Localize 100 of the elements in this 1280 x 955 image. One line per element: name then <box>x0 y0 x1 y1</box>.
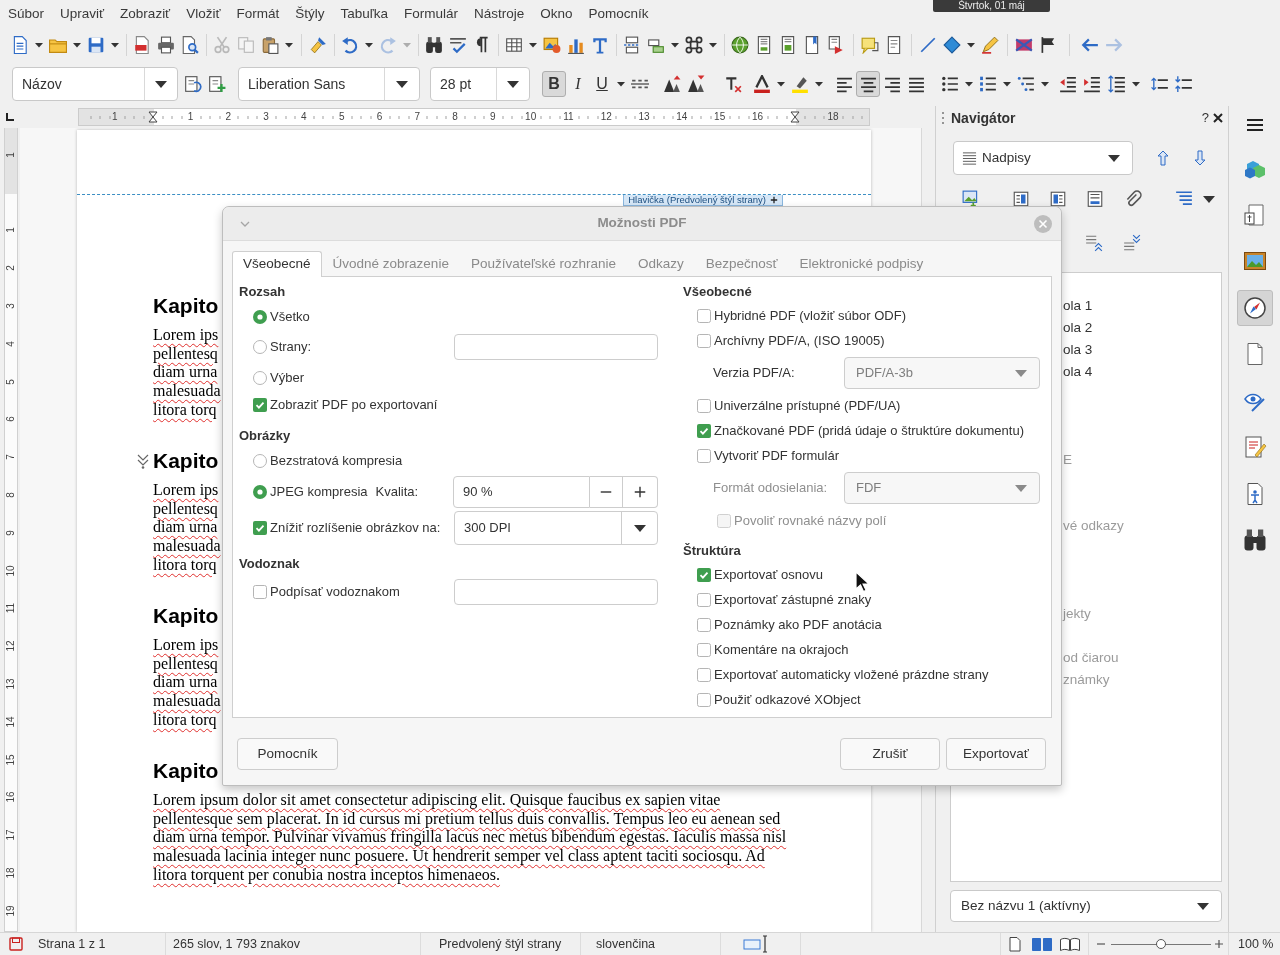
slider-thumb[interactable] <box>1156 939 1166 949</box>
caret-icon[interactable] <box>365 41 373 49</box>
align-center-button[interactable] <box>856 71 880 97</box>
document-refresh-icon[interactable] <box>184 75 202 93</box>
spacing-increase-icon[interactable] <box>1151 75 1169 93</box>
single-page-view-icon[interactable] <box>1008 936 1022 952</box>
document-note-icon[interactable] <box>755 36 773 54</box>
option-label[interactable]: Poznámky ako PDF anotácia <box>714 614 882 635</box>
menu-item[interactable]: Formulár <box>396 0 467 28</box>
caret-icon[interactable] <box>1003 80 1011 88</box>
option-label[interactable]: Hybridné PDF (vložiť súbor ODF) <box>714 305 906 326</box>
checkbox[interactable] <box>253 397 267 412</box>
checkbox[interactable] <box>697 308 711 323</box>
dialog-tab[interactable]: Všeobecné <box>232 251 322 277</box>
checkbox[interactable] <box>697 667 711 682</box>
checkbox[interactable] <box>253 585 267 599</box>
caret-icon[interactable] <box>396 80 408 88</box>
option-label[interactable]: Výber <box>270 367 304 388</box>
crossed-flag-icon[interactable] <box>1015 36 1033 54</box>
tree-item[interactable]: ola 2 <box>1063 317 1093 339</box>
option-label[interactable]: Bezstratová kompresia <box>270 450 403 471</box>
dialog-button[interactable]: Zrušiť <box>840 738 940 770</box>
dropdown[interactable]: 300 DPI <box>454 511 658 545</box>
caret-icon[interactable] <box>777 80 785 88</box>
note-icon[interactable] <box>861 36 879 54</box>
document-lines-icon[interactable] <box>1086 190 1104 208</box>
plus-button[interactable] <box>623 476 658 508</box>
double-chevron-icon[interactable] <box>135 453 151 469</box>
option-label[interactable]: Vytvoriť PDF formulár <box>714 445 840 466</box>
menu-item[interactable]: Nástroje <box>466 0 533 28</box>
number-field[interactable]: 90 % <box>453 476 590 508</box>
binoculars-icon[interactable] <box>425 36 443 54</box>
caret-icon[interactable] <box>671 41 679 49</box>
caret-icon[interactable] <box>617 80 625 88</box>
pages-dashed-line-icon[interactable] <box>623 36 641 54</box>
menu-item[interactable]: Súbor <box>0 0 53 28</box>
italic-button[interactable]: I <box>566 71 590 97</box>
option-label[interactable]: Všetko <box>270 306 310 327</box>
line-icon[interactable] <box>919 36 937 54</box>
caret-icon[interactable] <box>155 80 167 88</box>
option-label[interactable]: Exportovať osnovu <box>714 564 823 585</box>
indent-increase-icon[interactable] <box>1083 75 1101 93</box>
looped-square-icon[interactable] <box>685 36 703 54</box>
dialog-button[interactable]: Pomocník <box>237 738 338 770</box>
close-icon[interactable] <box>1213 113 1223 123</box>
checkbox[interactable] <box>697 567 711 582</box>
lines-check-icon[interactable] <box>449 36 467 54</box>
combo-box[interactable]: 28 pt <box>430 67 530 101</box>
grip-icon[interactable] <box>941 111 945 125</box>
folder-icon[interactable] <box>49 36 67 54</box>
caret-icon[interactable] <box>1108 154 1120 162</box>
tree-item[interactable]: ola 4 <box>1063 361 1093 383</box>
caret-icon[interactable] <box>73 41 81 49</box>
option-label[interactable]: Komentáre na okrajoch <box>714 639 849 660</box>
globe-icon[interactable] <box>731 36 749 54</box>
clipboard-icon[interactable] <box>261 36 279 54</box>
pencil-icon[interactable] <box>981 36 999 54</box>
document-arrow-icon[interactable] <box>827 36 845 54</box>
checkbox[interactable] <box>697 448 711 463</box>
option-label[interactable]: Značkované PDF (pridá údaje o štruktúre dokumentu) <box>714 420 1024 441</box>
outline-list-icon[interactable] <box>1017 75 1035 93</box>
caret-icon[interactable] <box>111 41 119 49</box>
indent-marker-icon[interactable] <box>147 111 158 123</box>
lines-down-chevron-icon[interactable] <box>1123 234 1141 252</box>
checkbox[interactable] <box>697 642 711 657</box>
document-icon[interactable] <box>11 36 29 54</box>
option-label[interactable]: Archívny PDF/A, (ISO 19005) <box>714 330 885 351</box>
option-label[interactable]: Exportovať zástupné znaky <box>714 589 872 610</box>
page-magnifier-icon[interactable] <box>181 36 199 54</box>
picture-arrow-icon[interactable] <box>962 190 980 208</box>
document-plus-icon[interactable] <box>208 75 226 93</box>
document-dropdown[interactable]: Bez názvu 1 (aktívny) <box>950 890 1222 922</box>
down-arrow-icon[interactable] <box>1192 150 1208 166</box>
caret-icon[interactable] <box>1197 902 1209 910</box>
text-field[interactable] <box>454 579 658 605</box>
category-dropdown[interactable]: Nadpisy <box>953 141 1133 175</box>
bold-button[interactable]: B <box>542 71 566 97</box>
menu-icon[interactable] <box>1244 117 1265 133</box>
document-lines-icon[interactable] <box>885 36 903 54</box>
numbered-list-icon[interactable] <box>979 75 997 93</box>
checkbox[interactable] <box>697 592 711 607</box>
checkbox[interactable] <box>697 617 711 632</box>
triangle-down-arrow-icon[interactable] <box>687 75 705 93</box>
combo-box[interactable]: Názov <box>12 67 178 101</box>
radio-button[interactable] <box>253 485 267 499</box>
bookmark-icon[interactable] <box>803 36 821 54</box>
option-label[interactable]: Strany: <box>270 337 312 357</box>
checkbox[interactable] <box>697 333 711 348</box>
t-shape-icon[interactable] <box>591 36 609 54</box>
zoom-level[interactable]: 100 % <box>1238 934 1274 954</box>
list-lines-icon[interactable] <box>1175 190 1193 208</box>
checkbox[interactable] <box>253 521 267 535</box>
caret-icon[interactable] <box>709 41 717 49</box>
caret-icon[interactable] <box>815 80 823 88</box>
menu-item[interactable]: Štýly <box>287 0 333 28</box>
caret-icon[interactable] <box>1132 80 1140 88</box>
menu-item[interactable]: Tabuľka <box>332 0 396 28</box>
document-block-icon[interactable] <box>1049 190 1067 208</box>
clear-format-icon[interactable] <box>724 75 742 93</box>
bar-chart-icon[interactable] <box>567 36 585 54</box>
